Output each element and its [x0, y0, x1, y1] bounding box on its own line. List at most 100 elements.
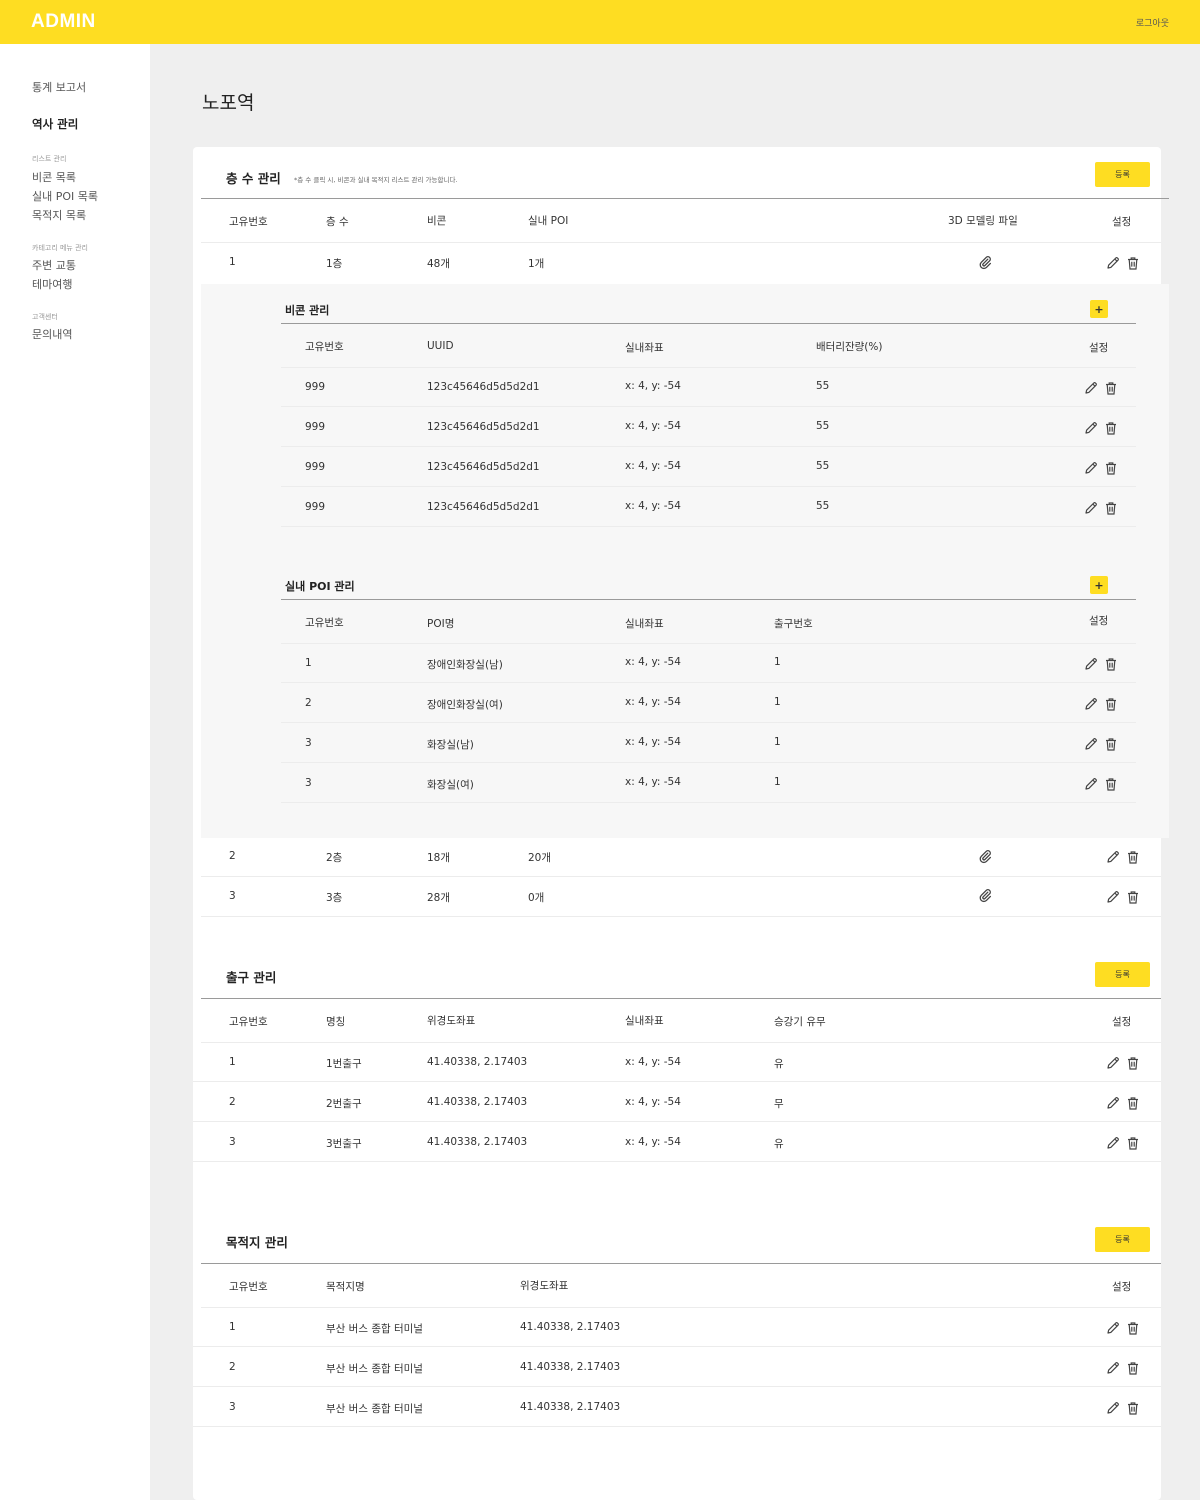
top-bar: ADMIN 로그아웃 — [0, 0, 1200, 44]
floor-row-3-beacon: 28개 — [427, 892, 451, 904]
pencil-icon[interactable] — [1083, 500, 1099, 516]
poi-row-id: 2 — [305, 697, 312, 709]
pencil-icon[interactable] — [1083, 656, 1099, 672]
destinations-header-rule — [201, 1263, 1161, 1264]
beacon-row-battery: 55 — [816, 500, 830, 512]
trash-icon[interactable] — [1103, 696, 1119, 712]
sidebar-item-beacon-list[interactable]: 비콘 목록 — [32, 169, 76, 185]
sidebar-item-nearby-transport[interactable]: 주변 교통 — [32, 257, 76, 273]
destinations-col-settings: 설정 — [1112, 1281, 1132, 1293]
trash-icon[interactable] — [1103, 776, 1119, 792]
row-divider — [281, 802, 1136, 803]
floor-row-2-floor[interactable]: 2층 — [326, 850, 342, 865]
trash-icon[interactable] — [1125, 255, 1141, 271]
floor-row-3-poi: 0개 — [528, 892, 545, 904]
paperclip-icon[interactable] — [977, 887, 993, 903]
destination-row-latlng: 41.40338, 2.17403 — [520, 1321, 621, 1333]
beacon-col-id: 고유번호 — [305, 341, 344, 353]
sidebar-item-inquiries[interactable]: 문의내역 — [32, 326, 72, 342]
exit-row-id: 1 — [229, 1056, 236, 1068]
row-divider — [201, 1042, 1161, 1043]
sidebar-item-station-management[interactable]: 역사 관리 — [32, 116, 78, 132]
trash-icon[interactable] — [1125, 1095, 1141, 1111]
sidebar-item-theme-travel[interactable]: 테마여행 — [32, 276, 72, 292]
beacon-row-id: 999 — [305, 501, 326, 513]
row-divider — [281, 762, 1136, 763]
poi-row-coord: x: 4, y: -54 — [625, 696, 681, 708]
trash-icon[interactable] — [1103, 420, 1119, 436]
pencil-icon[interactable] — [1105, 1095, 1121, 1111]
pencil-icon[interactable] — [1105, 1055, 1121, 1071]
exit-row-name: 3번출구 — [326, 1138, 362, 1150]
trash-icon[interactable] — [1125, 1320, 1141, 1336]
poi-add-button[interactable]: + — [1090, 576, 1108, 594]
exits-register-button[interactable]: 등록 — [1095, 962, 1150, 987]
row-divider — [193, 1426, 1161, 1427]
floors-register-button[interactable]: 등록 — [1095, 162, 1150, 187]
trash-icon[interactable] — [1125, 1135, 1141, 1151]
pencil-icon[interactable] — [1083, 420, 1099, 436]
paperclip-icon[interactable] — [977, 848, 993, 864]
destinations-col-name: 목적지명 — [326, 1281, 365, 1293]
poi-row-exit: 1 — [774, 696, 781, 708]
poi-row-id: 3 — [305, 777, 312, 789]
poi-header-rule — [281, 599, 1136, 600]
pencil-icon[interactable] — [1105, 889, 1121, 905]
beacon-row-battery: 55 — [816, 460, 830, 472]
pencil-icon[interactable] — [1083, 380, 1099, 396]
trash-icon[interactable] — [1125, 1360, 1141, 1376]
floor-row-3-floor[interactable]: 3층 — [326, 890, 342, 905]
sidebar: 통계 보고서 역사 관리 리스트 관리 비콘 목록 실내 POI 목록 목적지 … — [0, 44, 150, 1500]
destination-row-id: 1 — [229, 1321, 236, 1333]
exit-row-name: 2번출구 — [326, 1098, 362, 1110]
sidebar-item-poi-list[interactable]: 실내 POI 목록 — [32, 188, 98, 204]
pencil-icon[interactable] — [1105, 1360, 1121, 1376]
sidebar-group-list: 리스트 관리 — [32, 155, 67, 163]
trash-icon[interactable] — [1125, 849, 1141, 865]
beacon-add-button[interactable]: + — [1090, 300, 1108, 318]
admin-logo[interactable]: ADMIN — [31, 11, 96, 33]
pencil-icon[interactable] — [1105, 1320, 1121, 1336]
row-divider — [281, 406, 1136, 407]
trash-icon[interactable] — [1103, 500, 1119, 516]
beacon-col-battery: 배터리잔량(%) — [816, 341, 883, 353]
row-divider — [193, 1081, 1161, 1082]
sidebar-group-support: 고객센터 — [32, 313, 58, 321]
trash-icon[interactable] — [1103, 656, 1119, 672]
logout-link[interactable]: 로그아웃 — [1136, 16, 1169, 29]
poi-row-exit: 1 — [774, 776, 781, 788]
exits-col-settings: 설정 — [1112, 1016, 1132, 1028]
pencil-icon[interactable] — [1083, 736, 1099, 752]
trash-icon[interactable] — [1125, 1400, 1141, 1416]
trash-icon[interactable] — [1103, 736, 1119, 752]
pencil-icon[interactable] — [1105, 255, 1121, 271]
exit-row-id: 2 — [229, 1096, 236, 1108]
paperclip-icon[interactable] — [977, 254, 993, 270]
poi-row-name: 화장실(남) — [427, 739, 474, 751]
pencil-icon[interactable] — [1105, 849, 1121, 865]
trash-icon[interactable] — [1125, 1055, 1141, 1071]
pencil-icon[interactable] — [1083, 696, 1099, 712]
pencil-icon[interactable] — [1105, 1400, 1121, 1416]
trash-icon[interactable] — [1103, 380, 1119, 396]
row-divider — [281, 446, 1136, 447]
sidebar-item-stats-report[interactable]: 통계 보고서 — [32, 79, 86, 95]
floors-col-poi: 실내 POI — [528, 215, 569, 227]
destination-row-name: 부산 버스 종합 터미널 — [326, 1323, 423, 1335]
destinations-register-button[interactable]: 등록 — [1095, 1227, 1150, 1252]
pencil-icon[interactable] — [1105, 1135, 1121, 1151]
floor-row-2-beacon: 18개 — [427, 852, 451, 864]
beacon-col-settings: 설정 — [1089, 342, 1109, 354]
floors-section-title: 층 수 관리 — [226, 171, 281, 186]
beacon-col-coord: 실내좌표 — [625, 342, 664, 354]
trash-icon[interactable] — [1103, 460, 1119, 476]
floor-row-1-floor[interactable]: 1층 — [326, 256, 342, 271]
trash-icon[interactable] — [1125, 889, 1141, 905]
beacon-row-battery: 55 — [816, 420, 830, 432]
exit-row-coord: x: 4, y: -54 — [625, 1056, 681, 1068]
content-card: 층 수 관리 *층 수 클릭 시, 비콘과 실내 목적지 리스트 관리 가능합니… — [193, 147, 1169, 1500]
floor-row-1-poi: 1개 — [528, 258, 545, 270]
pencil-icon[interactable] — [1083, 776, 1099, 792]
pencil-icon[interactable] — [1083, 460, 1099, 476]
sidebar-item-destination-list[interactable]: 목적지 목록 — [32, 207, 86, 223]
